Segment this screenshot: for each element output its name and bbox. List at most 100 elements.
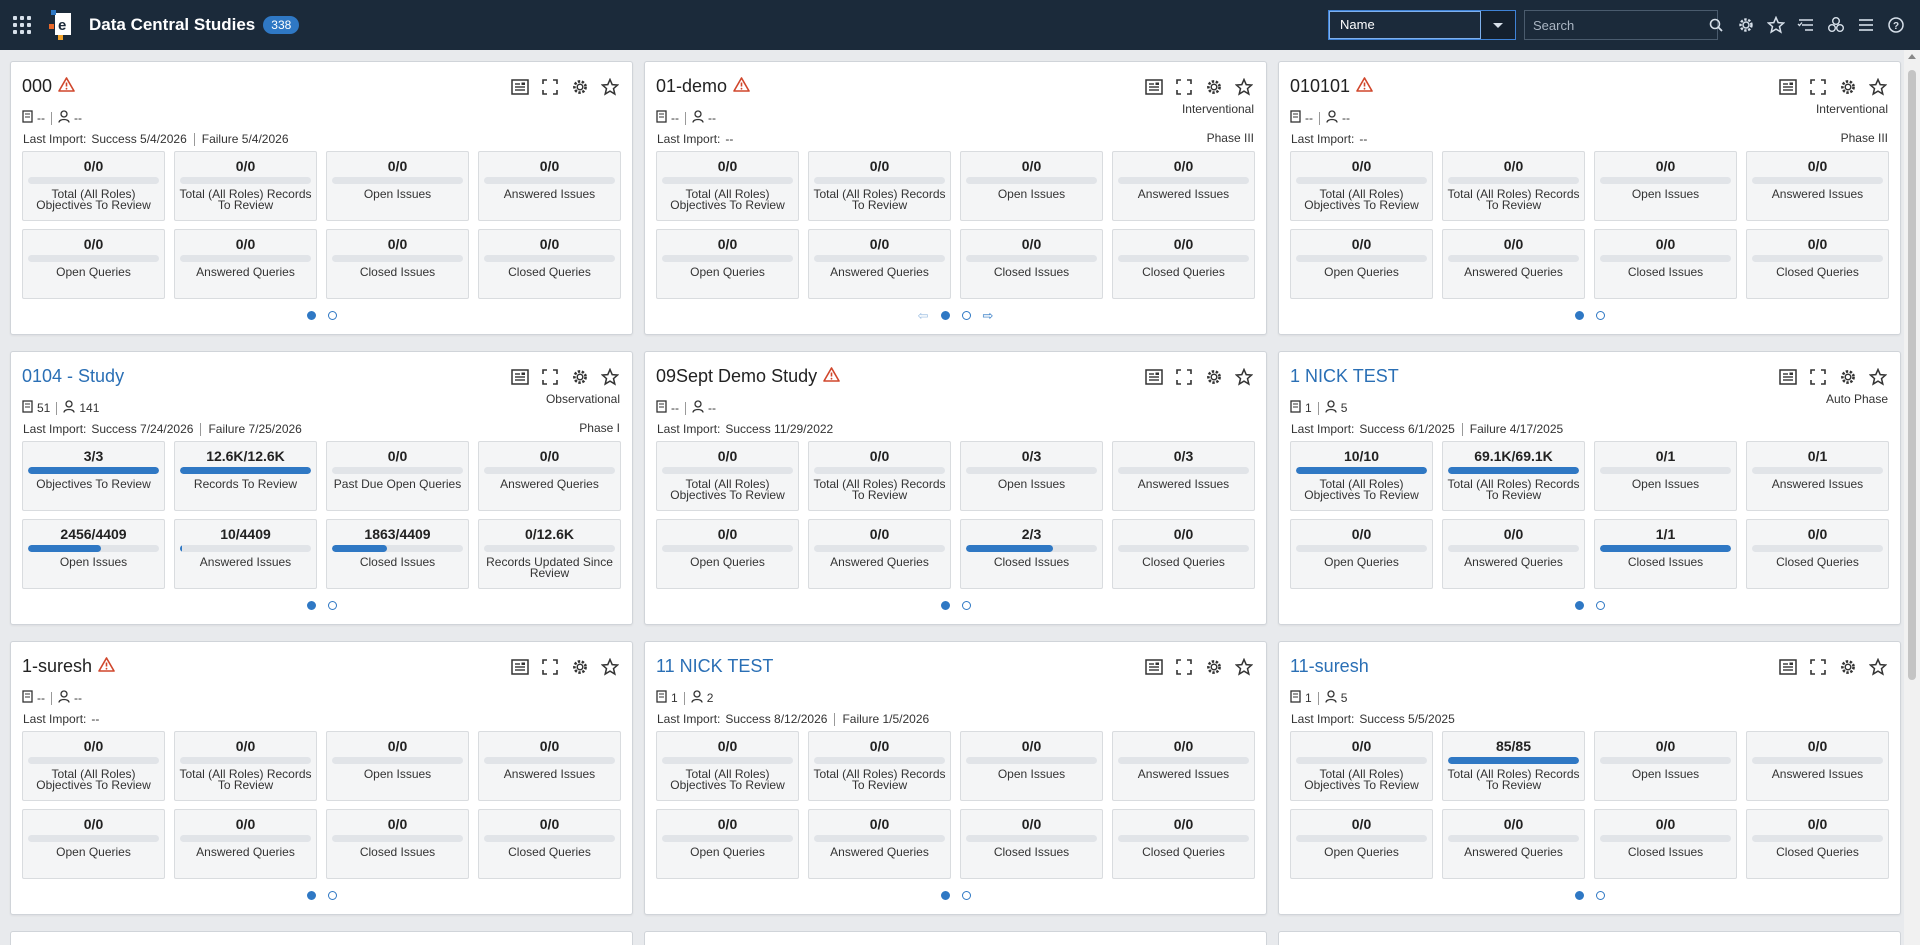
metric-tile[interactable]: 0/0 Open Queries: [22, 809, 165, 879]
metric-tile[interactable]: 85/85 Total (All Roles) Records To Review: [1442, 731, 1585, 801]
metric-tile[interactable]: 2/3 Closed Issues: [960, 519, 1103, 589]
card-settings-gear-icon[interactable]: [1204, 367, 1224, 387]
metric-tile[interactable]: 0/0 Past Due Open Queries: [326, 441, 469, 511]
page-dot[interactable]: [1574, 601, 1584, 610]
page-dot[interactable]: [961, 311, 971, 320]
metric-tile[interactable]: 0/3 Answered Issues: [1112, 441, 1255, 511]
metric-tile[interactable]: 0/0 Total (All Roles) Objectives To Revie…: [22, 151, 165, 221]
favorite-star-icon[interactable]: [1234, 367, 1254, 387]
card-settings-gear-icon[interactable]: [1838, 367, 1858, 387]
favorite-star-icon[interactable]: [600, 657, 620, 677]
card-settings-gear-icon[interactable]: [1204, 657, 1224, 677]
expand-icon[interactable]: [1174, 367, 1194, 387]
metric-tile[interactable]: 12.6K/12.6K Records To Review: [174, 441, 317, 511]
metric-tile[interactable]: 0/0 Open Issues: [1594, 731, 1737, 801]
metric-tile[interactable]: 0/0 Closed Queries: [1746, 809, 1889, 879]
metric-tile[interactable]: 0/0 Open Queries: [1290, 809, 1433, 879]
metric-tile[interactable]: 0/0 Answered Issues: [1112, 151, 1255, 221]
metric-tile[interactable]: 0/0 Closed Queries: [1746, 519, 1889, 589]
metric-tile[interactable]: 0/0 Open Queries: [1290, 229, 1433, 299]
study-title[interactable]: 000: [22, 76, 52, 97]
metric-tile[interactable]: 0/0 Total (All Roles) Objectives To Revie…: [656, 441, 799, 511]
page-dot[interactable]: [306, 601, 316, 610]
metric-tile[interactable]: 0/0 Closed Queries: [1112, 519, 1255, 589]
page-dot[interactable]: [327, 891, 337, 900]
favorite-star-icon[interactable]: [1234, 77, 1254, 97]
menu-hamburger-icon[interactable]: [1856, 15, 1876, 35]
metric-tile[interactable]: 2456/4409 Open Issues: [22, 519, 165, 589]
metric-tile[interactable]: 0/0 Closed Queries: [478, 809, 621, 879]
metric-tile[interactable]: 0/0 Closed Issues: [960, 229, 1103, 299]
reports-icon[interactable]: [510, 367, 530, 387]
metric-tile[interactable]: 0/0 Open Queries: [656, 229, 799, 299]
card-settings-gear-icon[interactable]: [1838, 657, 1858, 677]
reports-icon[interactable]: [510, 77, 530, 97]
metric-tile[interactable]: 1863/4409 Closed Issues: [326, 519, 469, 589]
study-title[interactable]: 11 NICK TEST: [656, 656, 773, 677]
next-page-arrow-icon[interactable]: ⇨: [983, 309, 994, 322]
metric-tile[interactable]: 0/0 Total (All Roles) Records To Review: [808, 151, 951, 221]
reports-icon[interactable]: [1144, 367, 1164, 387]
favorite-star-icon[interactable]: [600, 367, 620, 387]
metric-tile[interactable]: 0/0 Total (All Roles) Records To Review: [1442, 151, 1585, 221]
sort-select[interactable]: Name: [1328, 10, 1516, 40]
favorite-star-icon[interactable]: [1868, 77, 1888, 97]
metric-tile[interactable]: 0/1 Answered Issues: [1746, 441, 1889, 511]
study-title[interactable]: 0104 - Study: [22, 366, 124, 387]
metric-tile[interactable]: 0/0 Closed Issues: [1594, 229, 1737, 299]
metric-tile[interactable]: 0/0 Answered Issues: [1746, 731, 1889, 801]
page-dot[interactable]: [1574, 311, 1584, 320]
expand-icon[interactable]: [540, 77, 560, 97]
page-dot[interactable]: [1595, 891, 1605, 900]
metric-tile[interactable]: 0/12.6K Records Updated Since Review: [478, 519, 621, 589]
favorite-star-icon[interactable]: [1868, 367, 1888, 387]
scrollbar-thumb[interactable]: [1908, 70, 1916, 680]
prev-page-arrow-icon[interactable]: ⇦: [918, 309, 929, 322]
help-icon[interactable]: ?: [1886, 15, 1906, 35]
metric-tile[interactable]: 0/0 Answered Queries: [808, 519, 951, 589]
metric-tile[interactable]: 0/0 Total (All Roles) Objectives To Revie…: [656, 731, 799, 801]
page-dot[interactable]: [940, 311, 950, 320]
metric-tile[interactable]: 0/0 Closed Queries: [1112, 809, 1255, 879]
metric-tile[interactable]: 0/0 Open Issues: [1594, 151, 1737, 221]
favorite-star-icon[interactable]: [600, 77, 620, 97]
metric-tile[interactable]: 0/0 Total (All Roles) Objectives To Revie…: [656, 151, 799, 221]
reports-icon[interactable]: [1144, 77, 1164, 97]
metric-tile[interactable]: 0/0 Answered Issues: [478, 731, 621, 801]
metric-tile[interactable]: 0/0 Closed Issues: [326, 809, 469, 879]
metric-tile[interactable]: 0/3 Open Issues: [960, 441, 1103, 511]
metric-tile[interactable]: 0/0 Answered Queries: [1442, 519, 1585, 589]
apps-grid-icon[interactable]: [11, 14, 33, 36]
metric-tile[interactable]: 0/0 Answered Issues: [1746, 151, 1889, 221]
search-icon[interactable]: [1709, 18, 1723, 32]
metric-tile[interactable]: 0/0 Total (All Roles) Records To Review: [808, 731, 951, 801]
page-dot[interactable]: [306, 891, 316, 900]
page-dot[interactable]: [306, 311, 316, 320]
expand-icon[interactable]: [540, 657, 560, 677]
favorite-star-icon[interactable]: [1234, 657, 1254, 677]
expand-icon[interactable]: [1808, 367, 1828, 387]
metric-tile[interactable]: 0/0 Answered Queries: [174, 809, 317, 879]
reports-icon[interactable]: [1778, 77, 1798, 97]
card-settings-gear-icon[interactable]: [1838, 77, 1858, 97]
metric-tile[interactable]: 0/1 Open Issues: [1594, 441, 1737, 511]
metric-tile[interactable]: 0/0 Open Queries: [656, 519, 799, 589]
metric-tile[interactable]: 0/0 Total (All Roles) Objectives To Revie…: [22, 731, 165, 801]
metric-tile[interactable]: 0/0 Total (All Roles) Records To Review: [174, 731, 317, 801]
metric-tile[interactable]: 0/0 Answered Queries: [808, 809, 951, 879]
favorites-star-icon[interactable]: [1766, 15, 1786, 35]
settings-gear-icon[interactable]: [1736, 15, 1756, 35]
page-dot[interactable]: [940, 891, 950, 900]
card-settings-gear-icon[interactable]: [1204, 77, 1224, 97]
scroll-up-arrow-icon[interactable]: [1908, 54, 1916, 59]
modules-cubes-icon[interactable]: [1826, 15, 1846, 35]
metric-tile[interactable]: 0/0 Open Issues: [960, 151, 1103, 221]
reports-icon[interactable]: [1778, 657, 1798, 677]
metric-tile[interactable]: 0/0 Total (All Roles) Records To Review: [174, 151, 317, 221]
filter-list-icon[interactable]: [1796, 15, 1816, 35]
page-dot[interactable]: [1574, 891, 1584, 900]
metric-tile[interactable]: 0/0 Open Queries: [656, 809, 799, 879]
expand-icon[interactable]: [1808, 77, 1828, 97]
metric-tile[interactable]: 0/0 Open Issues: [960, 731, 1103, 801]
page-dot[interactable]: [961, 601, 971, 610]
